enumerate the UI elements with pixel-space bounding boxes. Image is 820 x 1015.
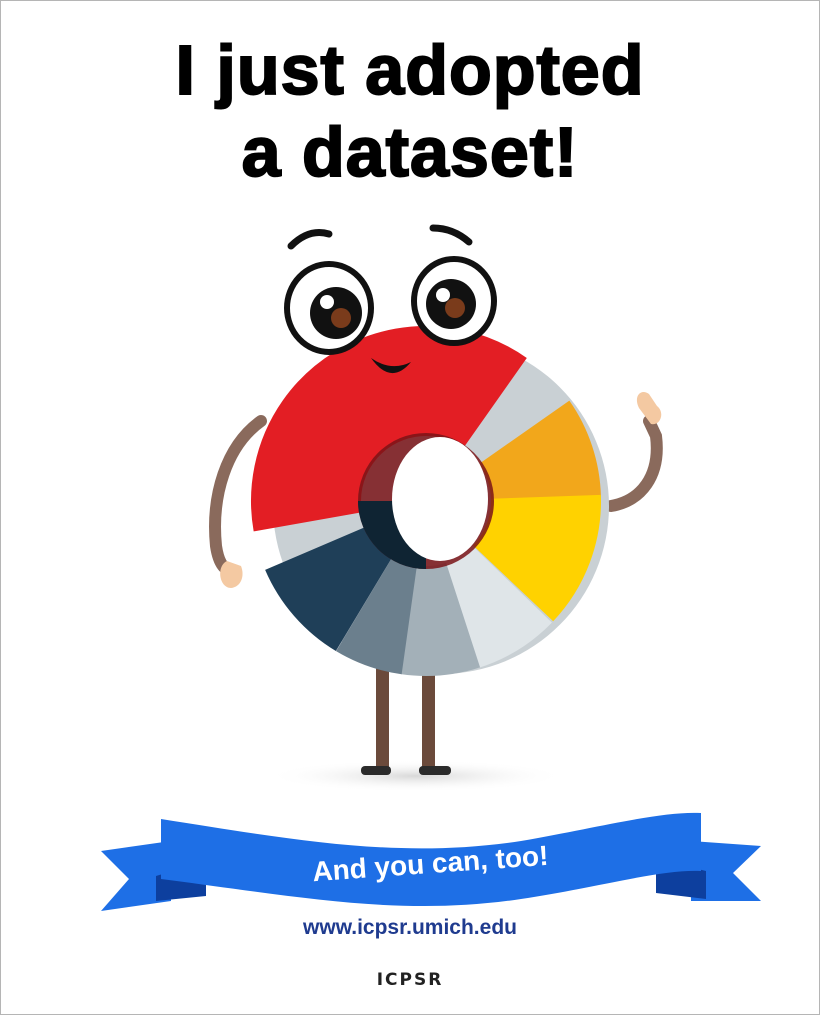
left-iris [331,308,351,328]
website-url[interactable]: www.icpsr.umich.edu [1,916,819,940]
headline-line-2: a dataset! [241,112,579,192]
headline: I just adopted a dataset! [1,29,819,193]
left-eyebrow [287,229,333,250]
left-eye-shine [320,295,334,309]
right-iris [445,298,465,318]
headline-line-1: I just adopted [175,30,645,110]
right-foot [419,766,451,775]
poster: I just adopted a dataset! And you can, t… [0,0,820,1015]
right-eye-shine [436,288,450,302]
right-hand [636,391,662,425]
left-hand [220,561,243,588]
ribbon-banner: And you can, too! [101,812,761,911]
right-eyebrow [429,224,473,246]
right-arm [605,415,663,512]
floor-shadow [266,760,566,792]
donut-hole [392,437,488,561]
left-foot [361,766,391,775]
icpsr-logo: ICPSR [376,970,444,990]
donut-chart-mascot-icon [209,224,663,792]
